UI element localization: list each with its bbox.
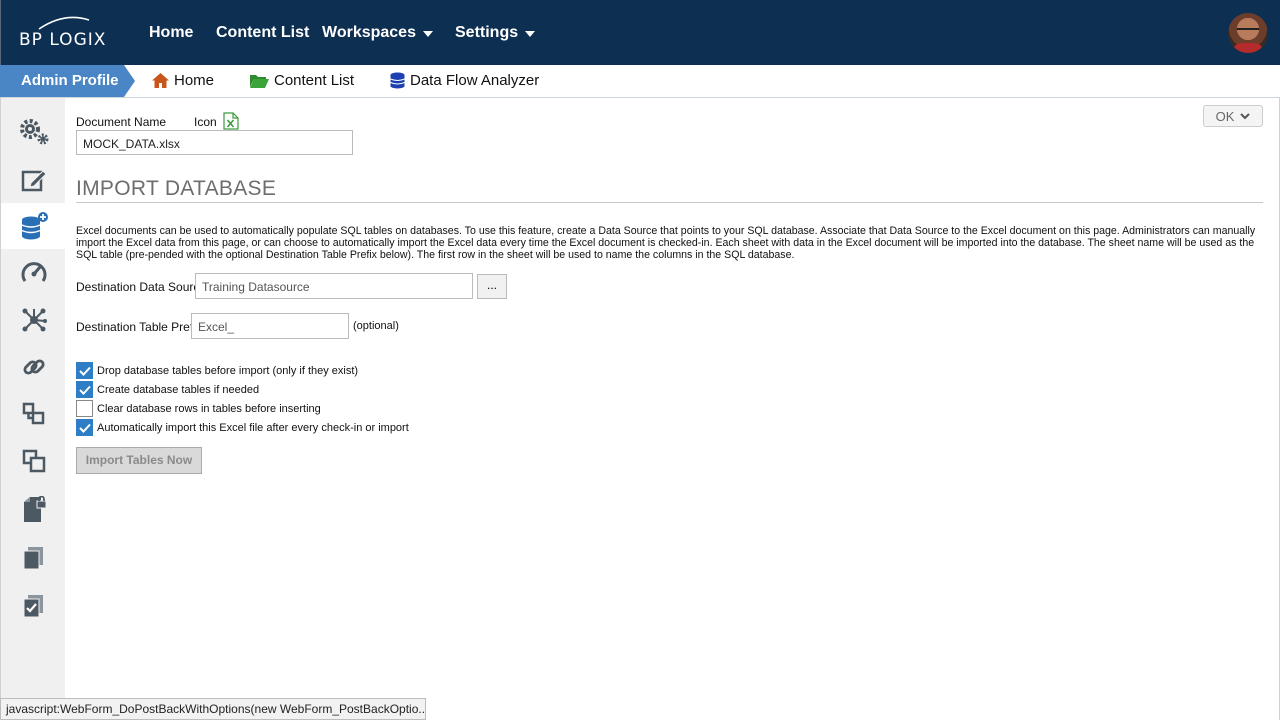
breadcrumb: Admin Profile Home Content List Data Flo…: [0, 65, 1280, 98]
gears-icon: [19, 119, 48, 145]
admin-profile-tab[interactable]: Admin Profile: [0, 65, 135, 97]
database-add-icon: [21, 212, 48, 240]
avatar-shirt: [1232, 43, 1264, 53]
nav-settings-label: Settings: [455, 24, 519, 41]
logo-swoosh-icon: [38, 16, 90, 30]
chevron-down-icon: [525, 31, 536, 37]
structure-icon: [22, 402, 44, 425]
sidebar-item-link[interactable]: [1, 344, 66, 390]
documents-icon: [23, 547, 43, 570]
copy-icon: [22, 449, 45, 473]
home-icon: [152, 73, 169, 88]
chevron-down-icon: [1240, 112, 1251, 119]
checkbox-clear-rows[interactable]: Clear database rows in tables before ins…: [76, 400, 321, 417]
main-content: OK Document Name Icon MOCK_DATA.xlsx IMP…: [65, 98, 1280, 720]
folder-icon: [250, 74, 269, 88]
import-tables-now-button[interactable]: Import Tables Now: [76, 447, 202, 474]
checkbox[interactable]: [76, 400, 93, 417]
nav-home-label: Home: [149, 24, 194, 41]
nav-workspaces[interactable]: Workspaces: [322, 24, 433, 42]
sidebar-item-settings[interactable]: [1, 109, 66, 155]
breadcrumb-home-label: Home: [174, 72, 215, 89]
sidebar-item-copy[interactable]: [1, 438, 66, 484]
optional-label: (optional): [353, 320, 399, 332]
sidebar-item-structure[interactable]: [1, 391, 66, 437]
dashboard-icon: [21, 262, 46, 282]
destination-data-source-label: Destination Data Source: [76, 280, 207, 294]
section-title: IMPORT DATABASE: [76, 177, 277, 200]
nav-content-list-label: Content List: [216, 24, 310, 41]
breadcrumb-data-flow-analyzer[interactable]: Data Flow Analyzer: [389, 72, 539, 89]
document-name-field[interactable]: MOCK_DATA.xlsx: [76, 130, 353, 155]
sidebar-item-import-database[interactable]: [1, 203, 66, 249]
browse-data-source-button[interactable]: ...: [477, 274, 507, 299]
sidebar-item-checked-document[interactable]: [1, 583, 66, 629]
checkbox[interactable]: [76, 362, 93, 379]
chevron-down-icon: [422, 31, 433, 37]
document-name-label: Document Name: [76, 115, 167, 129]
checked-document-icon: [23, 595, 43, 618]
link-icon: [22, 359, 45, 375]
avatar-glasses: [1237, 28, 1259, 33]
top-navbar: BP LOGIX Home Content List Workspaces Se…: [0, 0, 1280, 65]
sidebar-item-locked-file[interactable]: [1, 487, 66, 533]
checkbox-label: Automatically import this Excel file aft…: [97, 421, 409, 434]
edit-icon: [21, 170, 47, 192]
nav-content-list[interactable]: Content List: [216, 24, 309, 42]
sidebar-item-documents[interactable]: [1, 535, 66, 581]
nav-home[interactable]: Home: [149, 24, 193, 42]
destination-data-source-field[interactable]: Training Datasource: [195, 273, 473, 299]
checkbox-create-tables[interactable]: Create database tables if needed: [76, 381, 259, 398]
nav-settings[interactable]: Settings: [455, 24, 536, 42]
destination-table-prefix-label: Destination Table Prefix: [76, 320, 202, 334]
bp-logix-logo[interactable]: BP LOGIX: [19, 16, 107, 50]
checkbox-auto-import[interactable]: Automatically import this Excel file aft…: [76, 419, 409, 436]
section-divider: [76, 202, 1263, 203]
nav-workspaces-label: Workspaces: [322, 24, 416, 41]
checkmark-icon: [78, 423, 91, 433]
breadcrumb-content-list-label: Content List: [274, 72, 355, 89]
checkbox-label: Drop database tables before import (only…: [97, 364, 359, 377]
checkbox[interactable]: [76, 381, 93, 398]
checkmark-icon: [78, 385, 91, 395]
checkbox-label: Clear database rows in tables before ins…: [97, 402, 321, 415]
avatar[interactable]: [1228, 13, 1268, 53]
status-bar: javascript:WebForm_DoPostBackWithOptions…: [0, 698, 426, 720]
network-icon: [22, 308, 47, 332]
checkmark-icon: [78, 366, 91, 376]
logo-text: BP LOGIX: [19, 30, 107, 50]
ok-button[interactable]: OK: [1203, 105, 1263, 127]
breadcrumb-data-flow-analyzer-label: Data Flow Analyzer: [410, 72, 540, 89]
ok-button-label: OK: [1215, 108, 1235, 124]
checkbox-drop-tables[interactable]: Drop database tables before import (only…: [76, 362, 358, 379]
locked-file-icon: [23, 496, 46, 522]
sidebar-item-edit[interactable]: [1, 157, 66, 203]
destination-table-prefix-field[interactable]: Excel_: [191, 313, 349, 339]
checkbox[interactable]: [76, 419, 93, 436]
database-icon: [390, 72, 405, 89]
icon-label: Icon: [194, 115, 217, 129]
sidebar: [0, 98, 66, 720]
sidebar-item-network[interactable]: [1, 297, 66, 343]
sidebar-item-dashboard[interactable]: [1, 250, 66, 296]
breadcrumb-home[interactable]: Home: [151, 72, 214, 89]
excel-file-icon: [223, 112, 239, 130]
checkbox-label: Create database tables if needed: [97, 383, 260, 396]
import-description: Excel documents can be used to automatic…: [76, 225, 1256, 261]
breadcrumb-content-list[interactable]: Content List: [249, 72, 354, 89]
